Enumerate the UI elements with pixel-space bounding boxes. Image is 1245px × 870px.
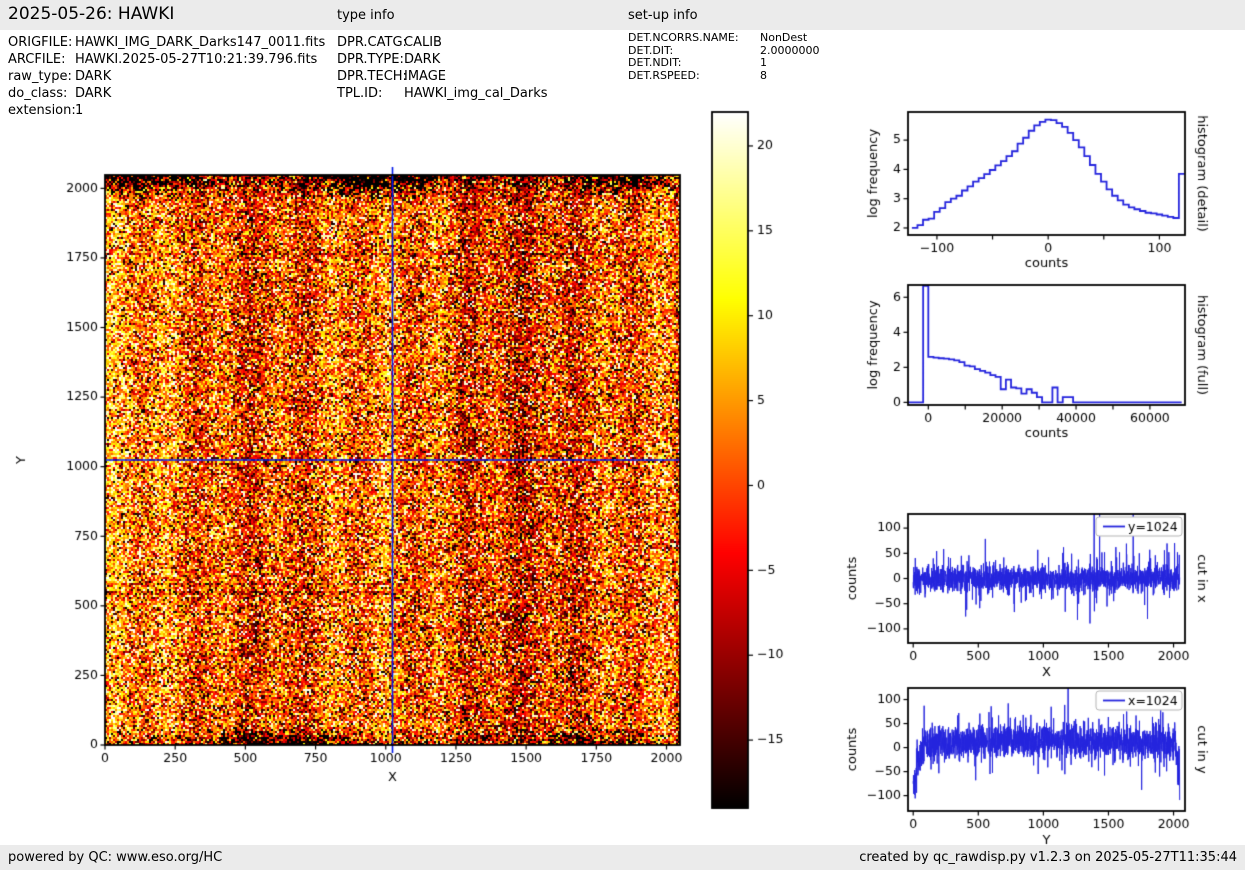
info-row: do_class:DARK [8,85,325,102]
info-label: do_class: [8,85,75,102]
info-value: NonDest [760,31,807,44]
info-label: extension: [8,102,75,119]
footer-bar: powered by QC: www.eso.org/HC created by… [0,845,1245,870]
info-row: ORIGFILE:HAWKI_IMG_DARK_Darks147_0011.fi… [8,34,325,51]
info-value: 1 [760,56,767,69]
info-value: DARK [404,52,440,67]
info-row: ARCFILE:HAWKI.2025-05-27T10:21:39.796.fi… [8,51,325,68]
info-value: 2.0000000 [760,44,820,57]
info-row: DET.RSPEED:8 [628,70,820,83]
type-info-header: type info [337,8,395,23]
qc-report-page: { "header": { "title": "2025-05-26: HAWK… [0,0,1245,870]
info-label: DET.RSPEED: [628,70,760,83]
info-value: DARK [75,86,111,101]
info-row: DPR.TECH:IMAGE [337,68,548,85]
setup-info-block: DET.NCORRS.NAME:NonDest DET.DIT:2.000000… [628,32,820,82]
info-label: DPR.TECH: [337,68,404,85]
info-value: CALIB [404,35,442,50]
info-label: DET.NDIT: [628,57,760,70]
info-value: HAWKI_img_cal_Darks [404,86,548,101]
info-value: HAWKI.2025-05-27T10:21:39.796.fits [75,52,317,67]
info-row: extension:1 [8,102,325,119]
setup-info-header: set-up info [628,8,698,23]
info-label: raw_type: [8,68,75,85]
footer-right-text: created by qc_rawdisp.py v1.2.3 on 2025-… [859,845,1237,870]
file-info-block: ORIGFILE:HAWKI_IMG_DARK_Darks147_0011.fi… [8,34,325,119]
info-label: DPR.TYPE: [337,51,404,68]
info-row: TPL.ID:HAWKI_img_cal_Darks [337,85,548,102]
page-title: 2025-05-26: HAWKI [8,4,174,24]
info-value: 8 [760,69,767,82]
type-info-block: DPR.CATG:CALIB DPR.TYPE:DARK DPR.TECH:IM… [337,34,548,102]
info-label: DET.NCORRS.NAME: [628,32,760,45]
info-label: TPL.ID: [337,85,404,102]
info-row: DET.NDIT:1 [628,57,820,70]
header-bar: 2025-05-26: HAWKI type info set-up info [0,0,1245,30]
info-value: HAWKI_IMG_DARK_Darks147_0011.fits [75,35,325,50]
info-row: raw_type:DARK [8,68,325,85]
info-value: 1 [75,103,83,118]
info-value: IMAGE [404,69,446,84]
info-label: ORIGFILE: [8,34,75,51]
plots-canvas [0,0,1245,870]
info-label: DPR.CATG: [337,34,404,51]
info-value: DARK [75,69,111,84]
info-label: ARCFILE: [8,51,75,68]
footer-left-text: powered by QC: www.eso.org/HC [8,845,222,870]
info-row: DPR.TYPE:DARK [337,51,548,68]
info-row: DPR.CATG:CALIB [337,34,548,51]
